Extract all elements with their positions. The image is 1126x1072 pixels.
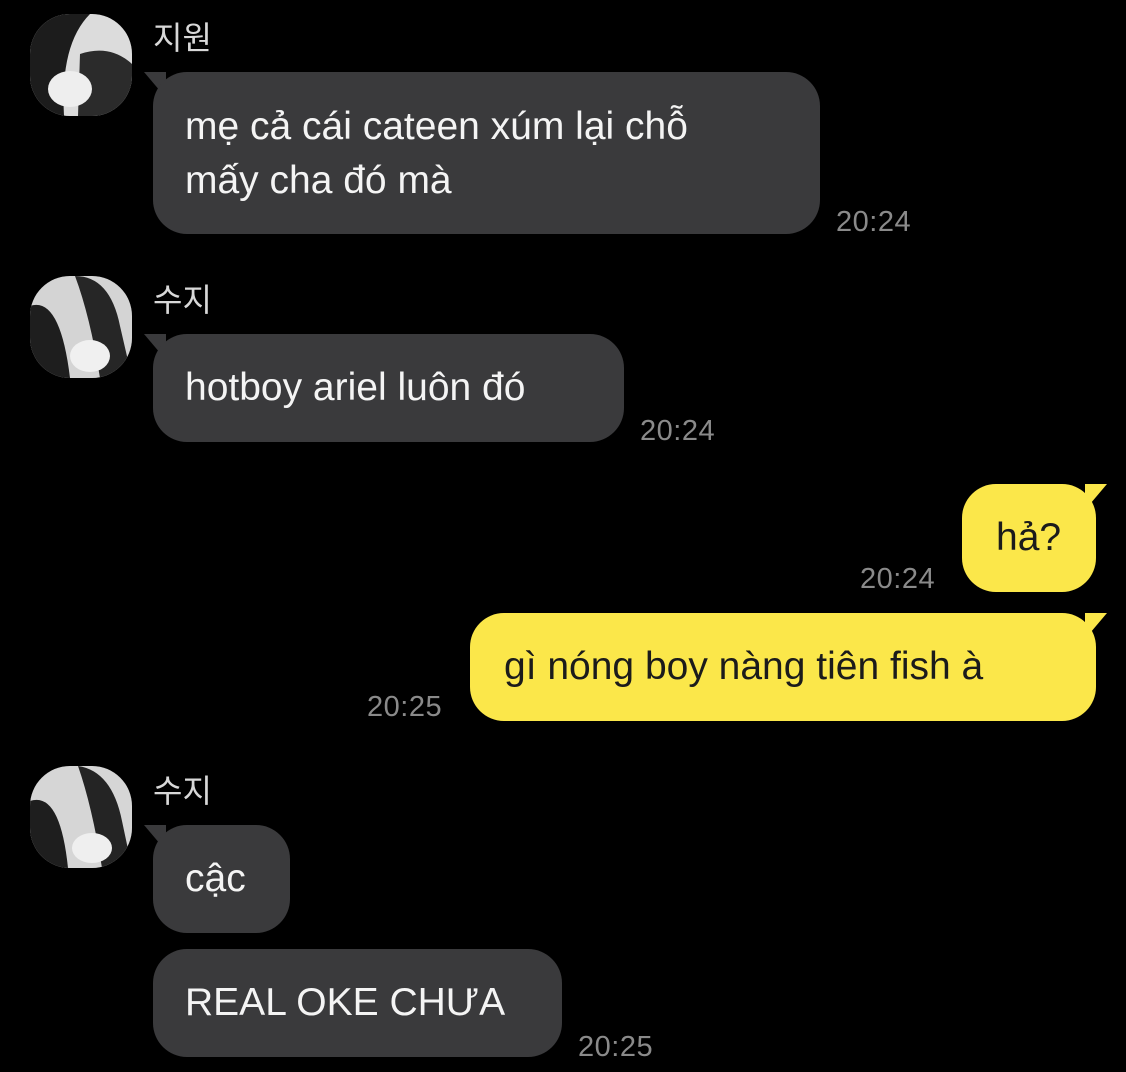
message-text: mấy cha đó mà [185, 159, 452, 202]
avatar[interactable] [30, 14, 132, 116]
sender-name: 수지 [153, 773, 212, 809]
message-text: REAL OKE CHƯA [185, 981, 506, 1024]
message-text: hotboy ariel luôn đó [185, 366, 526, 409]
message-bubble[interactable]: mẹ cả cái cateen xúm lại chỗ mấy cha đó … [153, 72, 820, 234]
timestamp: 20:24 [860, 563, 936, 595]
message-bubble[interactable]: hả? [962, 484, 1096, 592]
avatar[interactable] [30, 276, 132, 378]
timestamp: 20:25 [578, 1031, 654, 1063]
timestamp: 20:25 [367, 691, 443, 723]
message-bubble[interactable]: cậc [153, 825, 290, 933]
message-text: mẹ cả cái cateen xúm lại chỗ [185, 105, 688, 148]
avatar[interactable] [30, 766, 132, 868]
bubble-tail [1085, 613, 1107, 639]
timestamp: 20:24 [836, 206, 912, 238]
avatar-image [30, 276, 132, 378]
timestamp: 20:24 [640, 415, 716, 447]
avatar-image [30, 766, 132, 868]
message-bubble[interactable]: REAL OKE CHƯA [153, 949, 562, 1057]
sender-name: 수지 [153, 282, 212, 318]
message-text: gì nóng boy nàng tiên fish à [504, 645, 984, 688]
message-text: cậc [185, 857, 246, 900]
message-bubble[interactable]: hotboy ariel luôn đó [153, 334, 624, 442]
message-text: hả? [996, 516, 1062, 559]
message-bubble[interactable]: gì nóng boy nàng tiên fish à [470, 613, 1096, 721]
avatar-image [30, 14, 132, 116]
bubble-tail [1085, 484, 1107, 510]
sender-name: 지원 [153, 20, 212, 56]
